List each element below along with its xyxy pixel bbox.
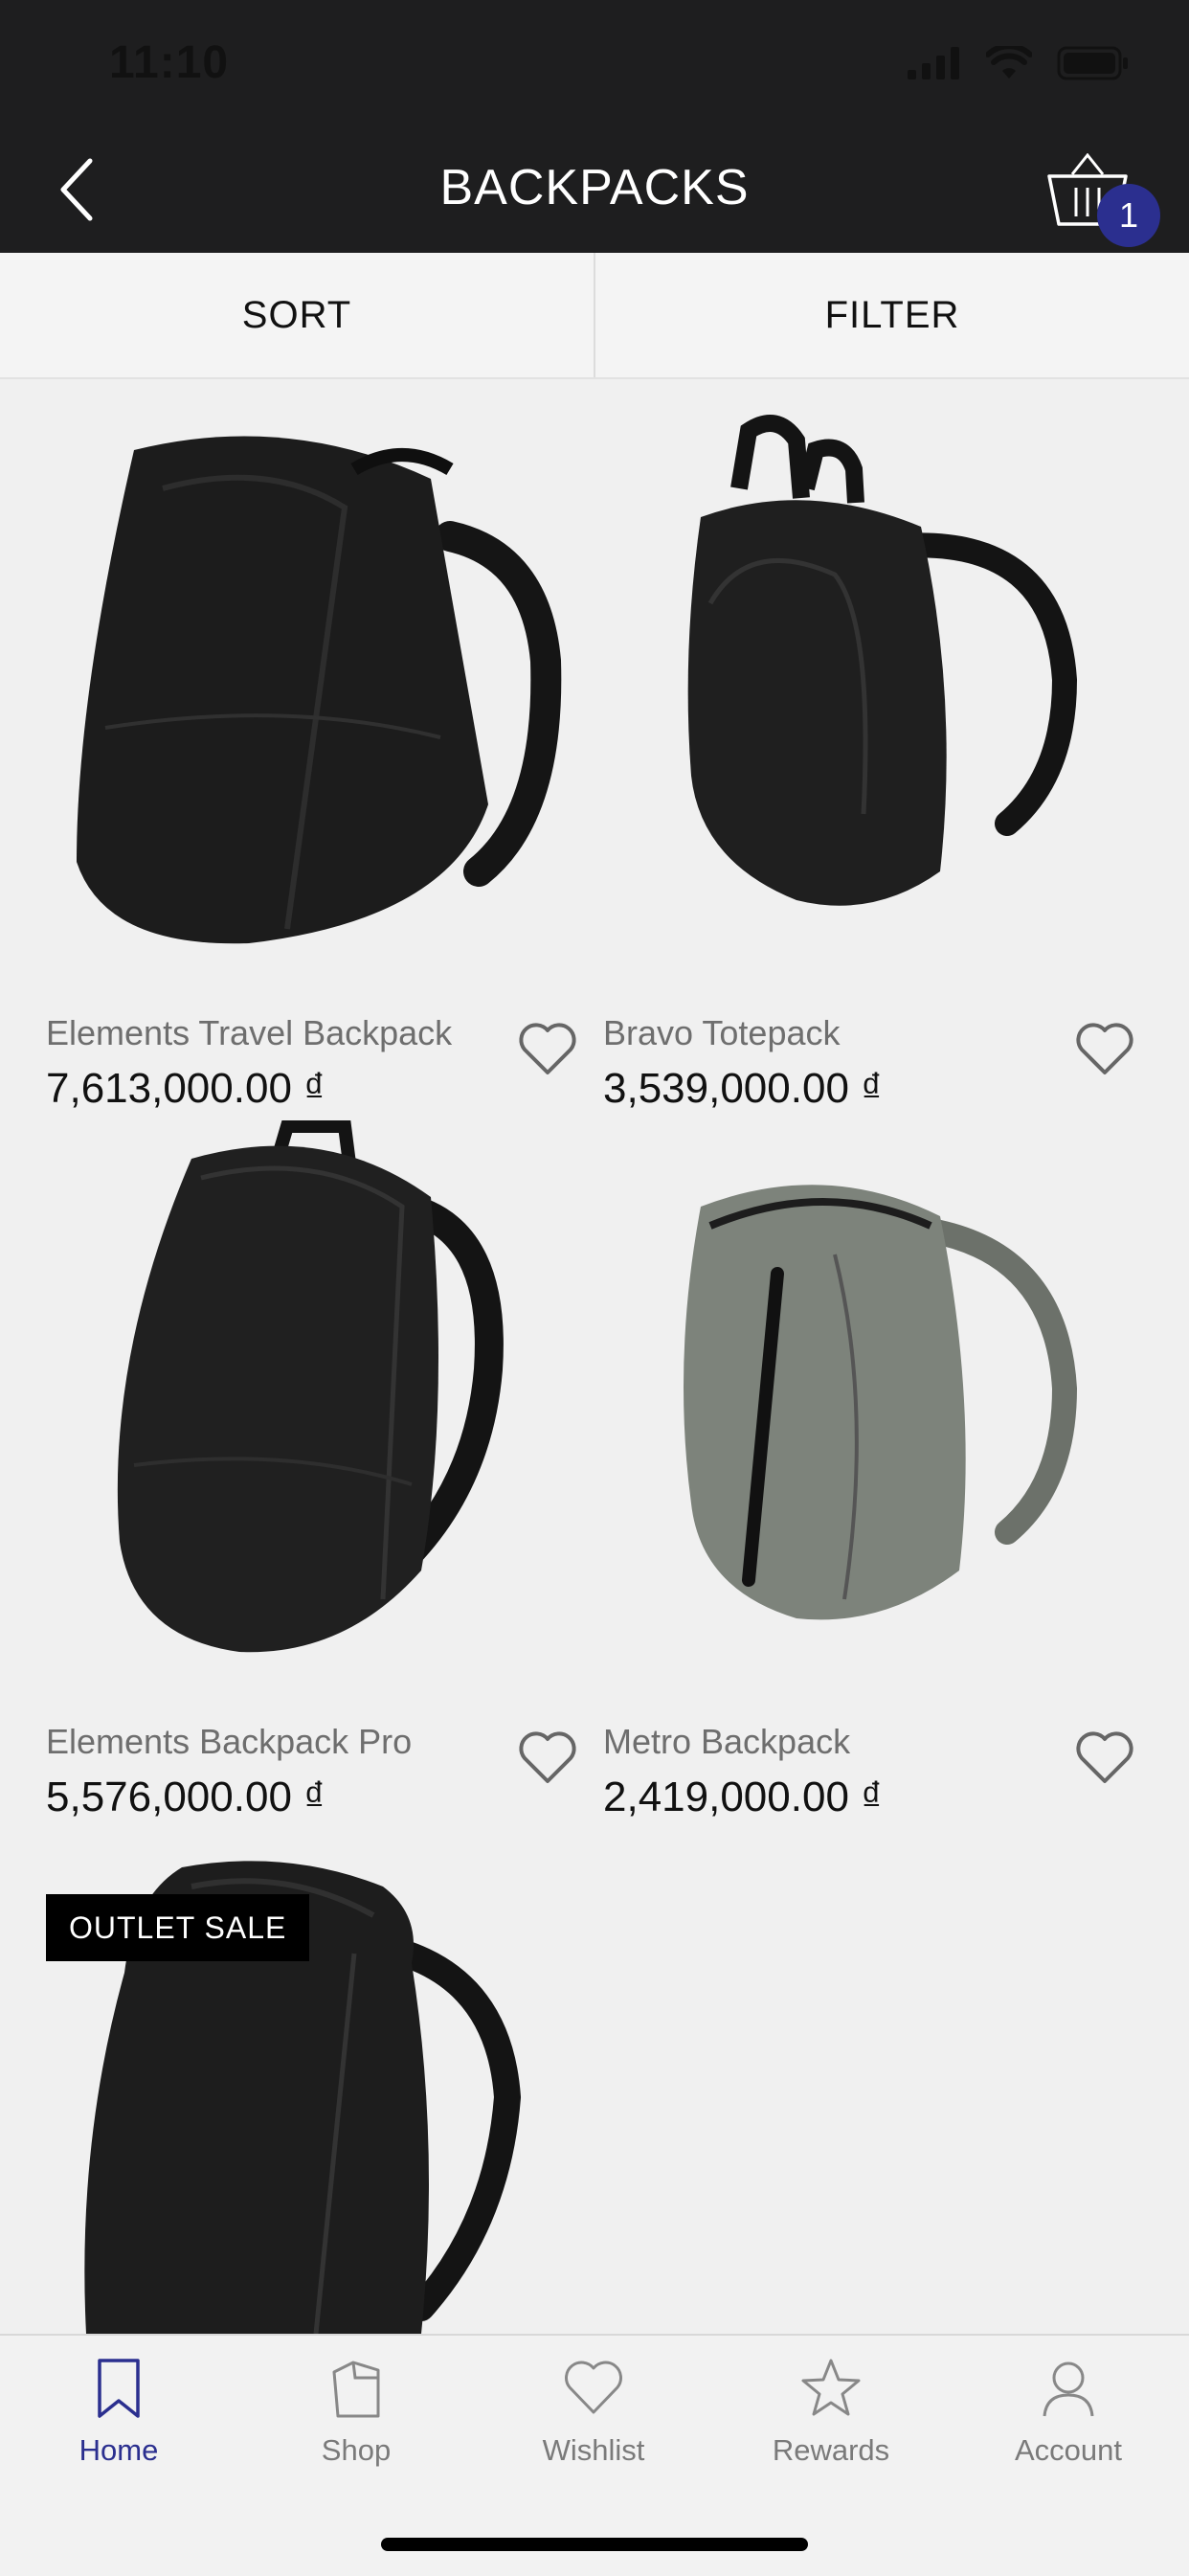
product-card[interactable]: Metro Backpack 2,419,000.00 ₫ bbox=[557, 1120, 1135, 1848]
cart-count-badge: 1 bbox=[1097, 184, 1160, 247]
user-icon bbox=[1043, 2361, 1094, 2417]
nav-rewards[interactable]: Rewards bbox=[726, 2357, 936, 2468]
heart-icon bbox=[565, 2361, 622, 2414]
wifi-icon bbox=[986, 46, 1032, 79]
nav-label: Shop bbox=[321, 2433, 392, 2467]
nav-wishlist[interactable]: Wishlist bbox=[488, 2357, 699, 2468]
bookmark-icon bbox=[98, 2359, 140, 2418]
product-card[interactable]: Elements Backpack Pro 5,576,000.00 ₫ bbox=[0, 1120, 576, 1848]
page-title: BACKPACKS bbox=[439, 160, 750, 215]
nav-account[interactable]: Account bbox=[963, 2357, 1174, 2468]
product-price: 5,576,000.00 ₫ bbox=[46, 1774, 325, 1820]
product-name[interactable]: Elements Travel Backpack bbox=[46, 1013, 452, 1053]
battery-icon bbox=[1057, 46, 1128, 80]
product-price: 2,419,000.00 ₫ bbox=[603, 1774, 883, 1820]
heart-icon[interactable] bbox=[1074, 1021, 1135, 1078]
product-name[interactable]: Bravo Totepack bbox=[603, 1013, 840, 1053]
product-shape bbox=[687, 500, 947, 906]
status-icons bbox=[908, 44, 1130, 82]
star-icon bbox=[801, 2359, 861, 2416]
app-header: 11:10 BACKPACKS 1 bbox=[0, 0, 1189, 253]
product-image[interactable] bbox=[0, 1120, 574, 1676]
signal-icon bbox=[908, 47, 959, 79]
product-shape bbox=[684, 1185, 966, 1620]
nav-label: Home bbox=[79, 2433, 159, 2467]
heart-icon[interactable] bbox=[1074, 1729, 1135, 1787]
product-card[interactable]: Elements Travel Backpack 7,613,000.00 ₫ bbox=[0, 412, 576, 1140]
status-time: 11:10 bbox=[109, 37, 230, 88]
product-name[interactable]: Elements Backpack Pro bbox=[46, 1722, 412, 1762]
home-indicator bbox=[381, 2538, 808, 2551]
shopping-bag-icon bbox=[332, 2361, 380, 2418]
nav-label: Rewards bbox=[772, 2433, 890, 2467]
product-image[interactable] bbox=[557, 412, 1132, 967]
product-image[interactable] bbox=[557, 1120, 1132, 1676]
outlet-sale-badge: OUTLET SALE bbox=[46, 1894, 310, 1961]
nav-shop[interactable]: Shop bbox=[251, 2357, 461, 2468]
product-shape bbox=[77, 436, 488, 944]
nav-home[interactable]: Home bbox=[13, 2357, 224, 2468]
sort-filter-bar: SORT FILTER bbox=[0, 253, 1189, 379]
nav-label: Account bbox=[1014, 2433, 1122, 2467]
product-card[interactable]: Bravo Totepack 3,539,000.00 ₫ bbox=[557, 412, 1135, 1140]
product-image[interactable] bbox=[0, 412, 574, 967]
product-price: 3,539,000.00 ₫ bbox=[603, 1065, 883, 1112]
sort-button[interactable]: SORT bbox=[0, 253, 594, 377]
product-price: 7,613,000.00 ₫ bbox=[46, 1065, 325, 1112]
nav-label: Wishlist bbox=[542, 2433, 645, 2467]
product-name[interactable]: Metro Backpack bbox=[603, 1722, 850, 1762]
filter-button[interactable]: FILTER bbox=[594, 253, 1189, 377]
